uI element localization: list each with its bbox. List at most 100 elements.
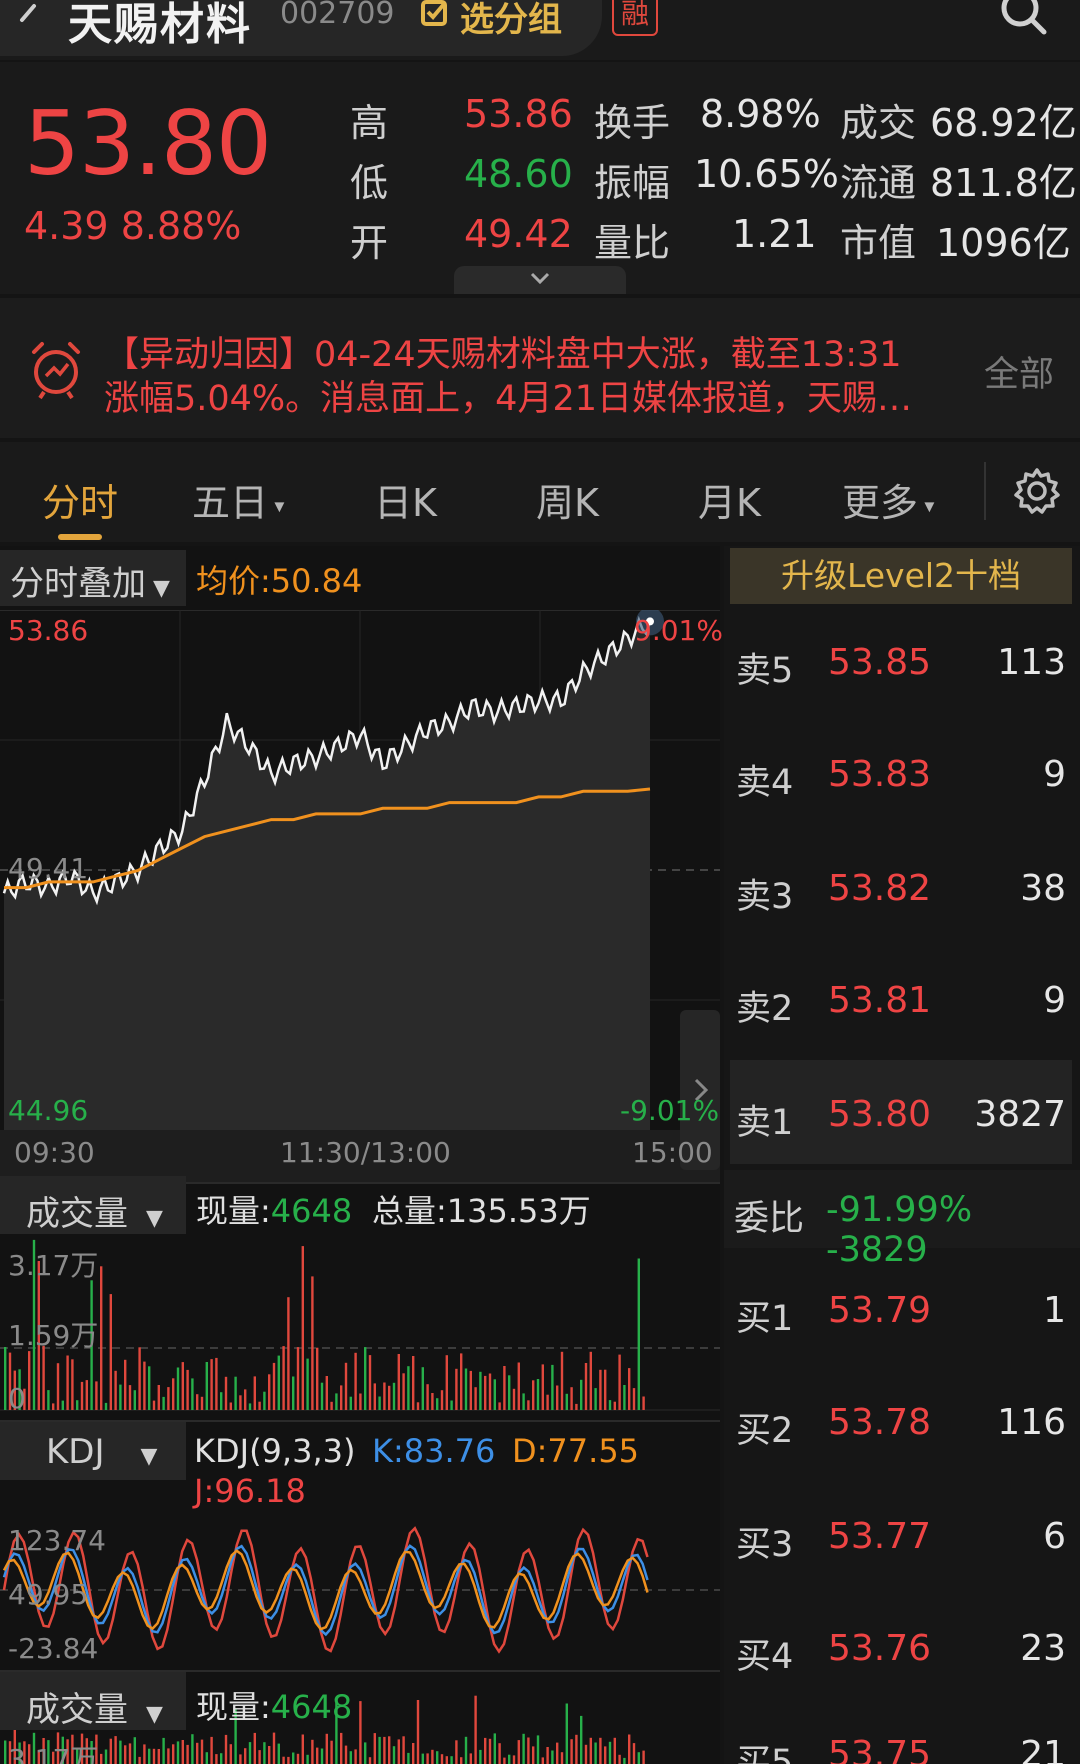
volume-bar: [368, 1757, 372, 1764]
volume-bar: [104, 1402, 108, 1410]
volume-bar: [181, 1740, 184, 1764]
volume-bar: [546, 1747, 549, 1764]
expand-quote-button[interactable]: [454, 266, 626, 294]
quote-label-amplitude: 振幅: [594, 161, 671, 205]
checkbox-edit-icon[interactable]: [420, 0, 452, 28]
volume-bar: [474, 1387, 477, 1410]
volume-bar: [330, 1401, 333, 1410]
volume-bar: [28, 1351, 31, 1410]
tab-five-day[interactable]: 五日 ▾: [192, 472, 284, 527]
volume-bar: [152, 1400, 156, 1410]
bid-row-4[interactable]: 买4 53.76 23: [730, 1594, 1072, 1702]
volume-total: 总量:135.53万: [372, 1192, 591, 1230]
caret-down-icon: ▼: [146, 576, 170, 601]
quote-value-float: 811.8亿: [930, 161, 1077, 205]
volume-bar: [167, 1387, 170, 1410]
tab-daily-k[interactable]: 日K: [374, 472, 437, 527]
select-group-button[interactable]: 选分组: [460, 0, 562, 41]
bid-row-3[interactable]: 买3 53.77 6: [730, 1482, 1072, 1590]
volume2-current-value: 4648: [270, 1688, 353, 1726]
bid-qty: 21: [1020, 1734, 1066, 1764]
quote-label-turnover: 换手: [594, 101, 671, 145]
volume-bar: [114, 1736, 117, 1764]
volume-bar: [268, 1374, 271, 1410]
volume-bar: [234, 1376, 237, 1410]
pct-low-label: -9.01%: [620, 1094, 720, 1127]
ask-row-3[interactable]: 卖3 53.82 38: [730, 834, 1072, 942]
ask-row-2[interactable]: 卖2 53.81 9: [730, 946, 1072, 1054]
bid-row-2[interactable]: 买2 53.78 116: [730, 1368, 1072, 1476]
ask-row-4[interactable]: 卖4 53.83 9: [730, 720, 1072, 828]
quote-value-amplitude: 10.65%: [694, 152, 839, 196]
caret-down-icon: ▾: [268, 493, 285, 518]
volume-bar: [445, 1756, 448, 1764]
back-arrow-icon[interactable]: [14, 0, 44, 40]
volume-bar: [282, 1756, 285, 1764]
volume-bar: [388, 1736, 391, 1764]
volume-bar: [546, 1394, 549, 1410]
ask-row-5[interactable]: 卖5 53.85 113: [730, 608, 1072, 716]
volume-bar: [253, 1376, 256, 1410]
volume-bar: [320, 1748, 324, 1764]
tab-monthly-k[interactable]: 月K: [698, 472, 761, 527]
volume-label-text: 成交量: [26, 1194, 128, 1234]
volume-bar: [109, 1738, 112, 1764]
ask-qty: 9: [1043, 980, 1066, 1021]
ask-row-1[interactable]: 卖1 53.80 3827: [730, 1060, 1072, 1168]
volume-bar: [359, 1701, 362, 1764]
ask-qty: 113: [997, 642, 1066, 683]
volume-bar: [349, 1396, 352, 1410]
volume-bar: [637, 1258, 640, 1410]
volume-bar: [632, 1743, 636, 1764]
kdj-k-value: K:83.76: [372, 1432, 496, 1470]
bid-row-1[interactable]: 买1 53.79 1: [730, 1256, 1072, 1364]
search-icon[interactable]: [996, 0, 1052, 40]
quote-label-market-cap: 市值: [840, 221, 917, 265]
volume-bar: [301, 1246, 304, 1410]
volume-bar: [364, 1347, 367, 1410]
volume-bar: [618, 1754, 621, 1764]
volume-bar: [296, 1347, 300, 1410]
volume-bar: [157, 1385, 160, 1410]
quote-value-high: 53.86: [464, 92, 573, 136]
volume-bar: [637, 1752, 640, 1764]
tab-five-day-label: 五日: [192, 481, 269, 525]
volume-bar: [556, 1742, 559, 1764]
volume-bar: [76, 1400, 79, 1410]
bid-row-5[interactable]: 买5 53.75 21: [730, 1700, 1072, 1764]
volume-bar: [589, 1737, 592, 1764]
volume-bar: [373, 1733, 376, 1764]
news-text-line-2: 涨幅5.04%。消息面上，4月21日媒体报道，天赐…: [104, 379, 912, 419]
volume-bar: [575, 1734, 578, 1764]
volume-bar: [95, 1381, 98, 1410]
upgrade-level2-button[interactable]: 升级Level2十档: [730, 548, 1072, 604]
volume-bar: [412, 1743, 415, 1764]
volume-bar: [560, 1351, 564, 1410]
volume-bar: [344, 1362, 348, 1410]
tab-more[interactable]: 更多 ▾: [842, 472, 934, 527]
volume-bar: [388, 1385, 391, 1410]
volume-bar: [527, 1737, 530, 1764]
news-all-button[interactable]: 全部: [984, 346, 1054, 397]
volume-bar: [397, 1354, 400, 1410]
caret-down-icon: ▼: [146, 1206, 163, 1231]
tab-weekly-k[interactable]: 周K: [536, 472, 599, 527]
volume-bar: [172, 1744, 175, 1764]
volume-bar: [152, 1748, 156, 1764]
volume-bar: [119, 1740, 122, 1764]
chevron-down-icon: [530, 272, 550, 285]
volume-bar: [186, 1369, 189, 1410]
volume-bar: [263, 1742, 266, 1764]
tab-intraday[interactable]: 分时: [42, 472, 118, 527]
volume-bar: [522, 1733, 525, 1764]
gear-icon[interactable]: [1012, 466, 1062, 516]
volume-bar: [311, 1276, 314, 1410]
ask-label: 卖3: [736, 877, 794, 917]
volume-bar: [436, 1398, 439, 1410]
volume-bar: [479, 1371, 482, 1410]
volume-bar: [469, 1753, 472, 1764]
volume-bar: [532, 1746, 535, 1764]
volume-bar: [378, 1396, 381, 1410]
volume-bar: [599, 1737, 602, 1764]
volume-bar: [296, 1753, 300, 1764]
